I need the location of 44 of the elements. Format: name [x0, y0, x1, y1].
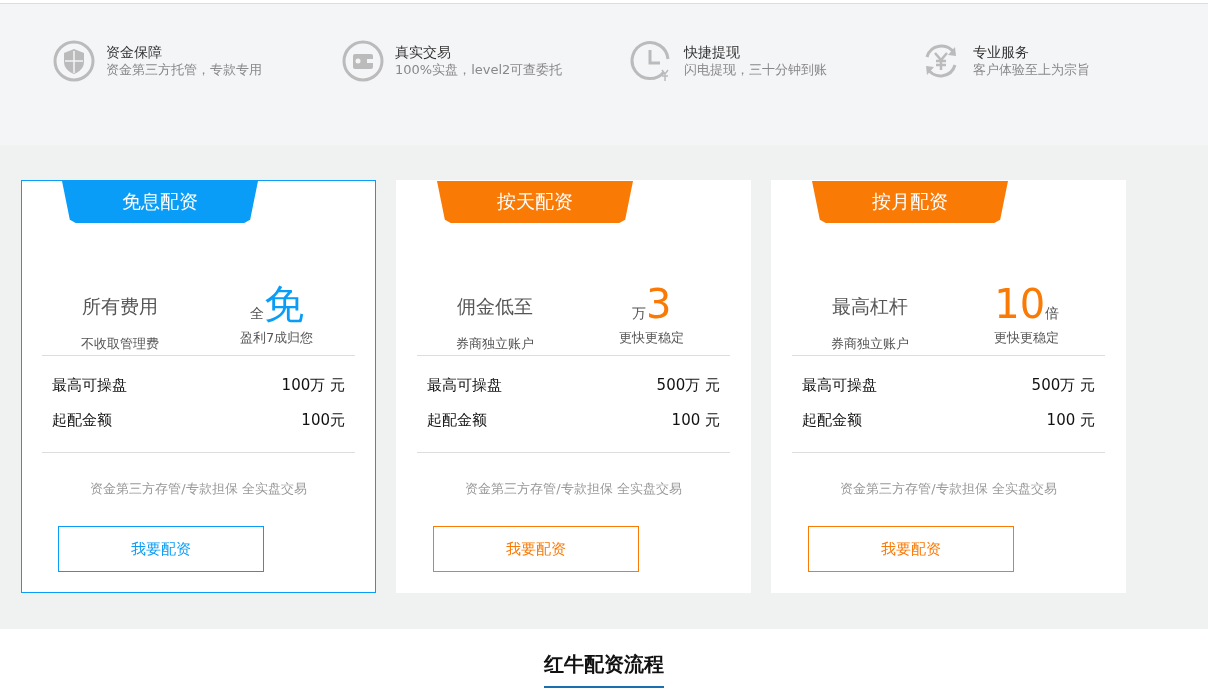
feature-title: 专业服务 [973, 43, 1030, 61]
feature-description: 闪电提现，三十分钟到账 [684, 61, 827, 79]
plan-figure: 3 [646, 281, 672, 327]
row-value: 100万 元 [281, 376, 345, 395]
shield-icon [52, 39, 96, 83]
row-value: 500万 元 [656, 376, 720, 395]
plan-note: 资金第三方存管/专款担保 全实盘交易 [839, 480, 1058, 498]
feature-description: 资金第三方托管，专款专用 [106, 61, 262, 79]
feature-title: 快捷提现 [684, 43, 741, 61]
row-value: 100 元 [671, 411, 720, 430]
feature-title: 真实交易 [395, 43, 452, 61]
plan-feature-subtitle: 券商独立账户 [831, 335, 910, 353]
feature-title: 资金保障 [106, 43, 163, 61]
apply-button[interactable]: 我要配资 [808, 526, 1014, 572]
row-label: 起配金额 [802, 411, 862, 430]
figure-prefix: 万 [632, 305, 646, 323]
row-label: 最高可操盘 [802, 376, 877, 395]
plan-figure-subtitle: 更快更稳定 [994, 329, 1060, 347]
feature-description: 客户体验至上为宗旨 [973, 61, 1090, 79]
figure-prefix: 全 [249, 305, 264, 323]
feature-description: 100%实盘，level2可查委托 [395, 61, 563, 79]
plan-note: 资金第三方存管/专款担保 全实盘交易 [464, 480, 683, 498]
plan-figure-subtitle: 更快更稳定 [619, 329, 685, 347]
plan-feature-subtitle: 不收取管理费 [81, 335, 160, 353]
plan-feature-title: 佣金低至 [457, 294, 534, 319]
plan-figure-subtitle: 盈利7成归您 [240, 329, 314, 347]
plan-figure: 免 [263, 281, 304, 327]
row-value: 100 元 [1046, 411, 1095, 430]
row-label: 最高可操盘 [427, 376, 502, 395]
plan-note: 资金第三方存管/专款担保 全实盘交易 [89, 480, 308, 498]
section-title: 红牛配资流程 [544, 651, 664, 688]
apply-button[interactable]: 我要配资 [58, 526, 264, 572]
figure-suffix: 倍 [1045, 305, 1060, 323]
apply-button[interactable]: 我要配资 [433, 526, 639, 572]
plan-figure: 10 [994, 281, 1046, 327]
row-label: 起配金额 [427, 411, 487, 430]
row-label: 起配金额 [52, 411, 112, 430]
row-value: 500万 元 [1031, 376, 1095, 395]
wallet-icon [341, 39, 385, 83]
row-label: 最高可操盘 [52, 376, 127, 395]
plan-feature-title: 最高杠杆 [832, 294, 909, 319]
plan-feature-subtitle: 券商独立账户 [456, 335, 535, 353]
plan-feature-title: 所有费用 [82, 294, 159, 319]
row-value: 100元 [301, 411, 345, 430]
